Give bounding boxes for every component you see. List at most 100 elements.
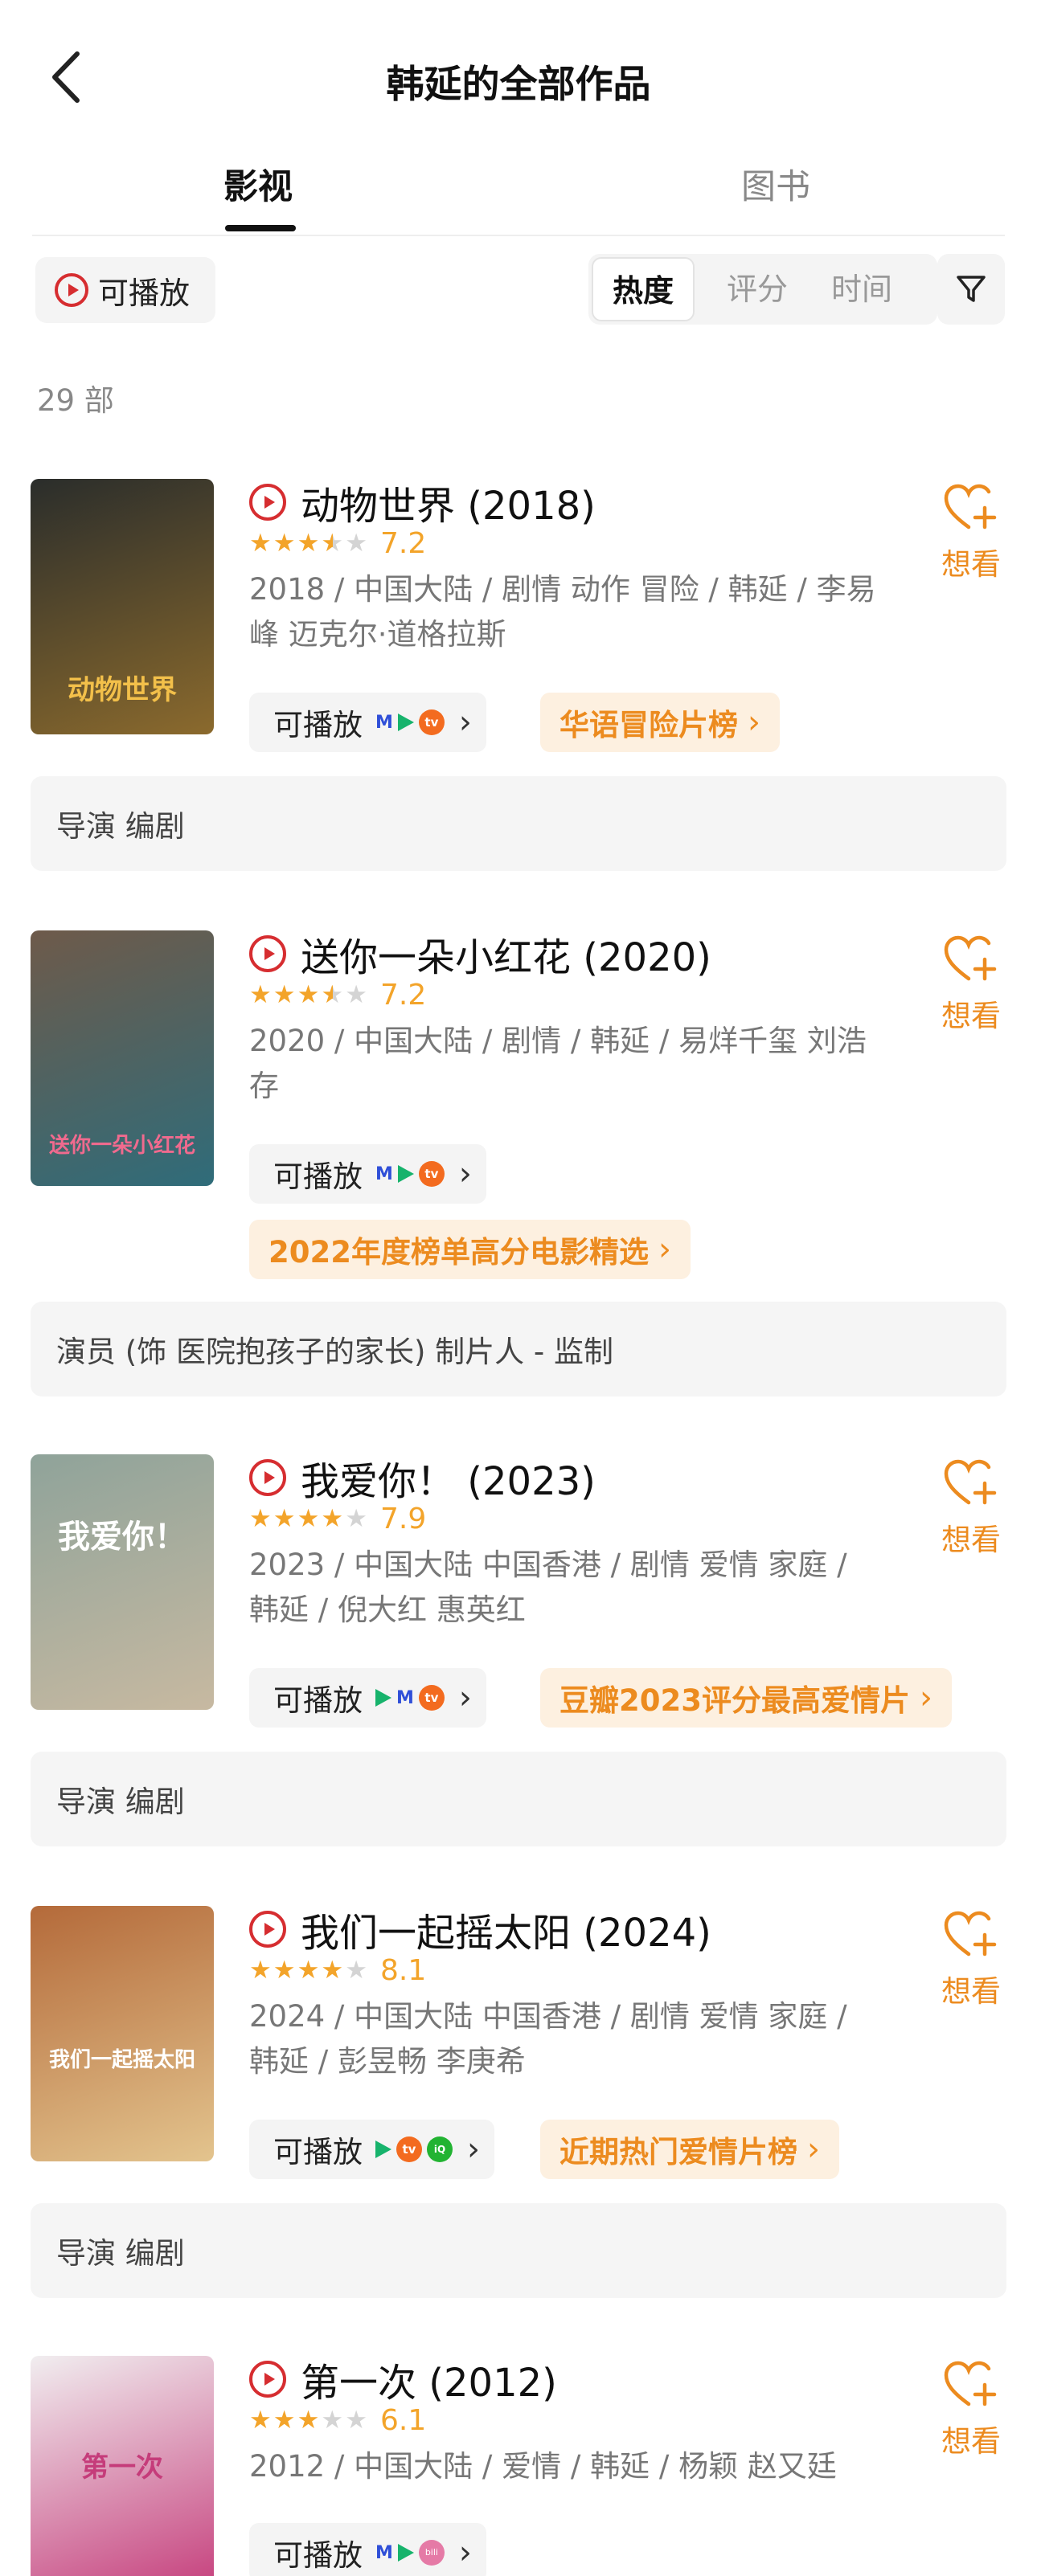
filter-funnel-icon xyxy=(957,276,986,302)
want-to-watch-button[interactable]: 想看 xyxy=(931,1911,1011,2010)
playable-filter-chip[interactable]: 可播放 xyxy=(35,257,215,323)
sort-time[interactable]: 时间 xyxy=(812,254,912,325)
poster-title: 我爱你！ xyxy=(58,1519,186,1556)
want-to-watch-label: 想看 xyxy=(941,1523,1001,1557)
active-tab-indicator xyxy=(225,225,296,231)
chevron-right-icon: › xyxy=(458,1679,472,1716)
star-empty-icon: ★ xyxy=(345,1504,369,1533)
ranking-label: 2022年度榜单高分电影精选 xyxy=(268,1235,649,1270)
filter-bar: 可播放 热度 评分 时间 xyxy=(35,254,1005,325)
star-full-icon: ★ xyxy=(273,980,297,1009)
movie-title[interactable]: 我们一起摇太阳 (2024) xyxy=(301,1901,711,1957)
star-rating: ★★★★★ xyxy=(249,531,369,556)
rating-score: 7.9 xyxy=(379,1503,427,1535)
star-full-icon: ★ xyxy=(273,1504,297,1533)
credit-role: 导演 编剧 xyxy=(31,776,1006,871)
playable-filter-label: 可播放 xyxy=(98,275,191,311)
want-to-watch-label: 想看 xyxy=(941,999,1001,1033)
star-full-icon: ★ xyxy=(249,529,273,558)
platform-icons: Mbili xyxy=(375,2540,449,2566)
tab-bar: 影视 图书 xyxy=(32,153,1005,236)
ranking-badge[interactable]: 近期热门爱情片榜 › xyxy=(540,2120,839,2179)
platform-icons: Mtv xyxy=(375,709,449,735)
star-rating: ★★★★★ xyxy=(249,1507,369,1531)
playable-platforms-button[interactable]: 可播放 Mtv › xyxy=(249,1144,486,1204)
movie-title[interactable]: 第一次 (2012) xyxy=(301,2351,557,2407)
star-full-icon: ★ xyxy=(249,980,273,1009)
star-full-icon: ★ xyxy=(273,1956,297,1985)
youku-icon: tv xyxy=(396,2136,422,2162)
chevron-right-icon: › xyxy=(748,704,760,741)
poster-image: 动物世界 xyxy=(31,479,214,734)
star-full-icon: ★ xyxy=(297,529,322,558)
filter-button[interactable] xyxy=(937,254,1005,325)
star-full-icon: ★ xyxy=(249,2406,273,2435)
want-to-watch-button[interactable]: 想看 xyxy=(931,1459,1011,1559)
star-full-icon: ★ xyxy=(273,2406,297,2435)
credit-role: 导演 编剧 xyxy=(31,1752,1006,1846)
heart-plus-icon xyxy=(944,1911,997,1957)
title-row: 送你一朵小红花 (2020) xyxy=(249,926,711,982)
playable-label: 可播放 xyxy=(273,708,363,742)
rating-score: 6.1 xyxy=(379,2404,427,2437)
playable-platforms-button[interactable]: 可播放 tv iQ › xyxy=(249,2120,494,2179)
rating-score: 7.2 xyxy=(379,979,427,1012)
star-full-icon: ★ xyxy=(321,1956,346,1985)
ranking-label: 近期热门爱情片榜 xyxy=(559,2135,797,2169)
poster-image: 送你一朵小红花 xyxy=(31,930,214,1186)
poster-image: 我们一起摇太阳 xyxy=(31,1906,214,2161)
playable-platforms-button[interactable]: 可播放 Mbili › xyxy=(249,2523,486,2576)
want-to-watch-button[interactable]: 想看 xyxy=(931,484,1011,583)
star-empty-icon: ★ xyxy=(345,529,369,558)
movie-title[interactable]: 我爱你！ (2023) xyxy=(301,1450,596,1506)
play-icon xyxy=(55,273,88,307)
tencent-video-icon xyxy=(397,2544,414,2562)
title-row: 我爱你！ (2023) xyxy=(249,1450,596,1506)
want-to-watch-label: 想看 xyxy=(941,547,1001,582)
poster-title: 我们一起摇太阳 xyxy=(48,2048,195,2072)
tencent-video-icon xyxy=(375,1689,391,1707)
star-empty-icon: ★ xyxy=(345,1956,369,1985)
want-to-watch-label: 想看 xyxy=(941,1974,1001,2009)
tencent-video-icon xyxy=(375,2141,391,2158)
movie-meta: 2018 / 中国大陆 / 剧情 动作 冒险 / 韩延 / 李易峰 迈克尔·道格… xyxy=(249,572,876,652)
ranking-badge[interactable]: 2022年度榜单高分电影精选 › xyxy=(249,1220,691,1279)
rating-row: ★★★★★ 7.2 xyxy=(249,527,426,560)
playable-platforms-button[interactable]: 可播放 Mtv › xyxy=(249,693,486,752)
want-to-watch-button[interactable]: 想看 xyxy=(931,2361,1011,2460)
movie-meta: 2020 / 中国大陆 / 剧情 / 韩延 / 易烊千玺 刘浩存 xyxy=(249,1024,867,1103)
playable-label: 可播放 xyxy=(273,1683,363,1718)
want-to-watch-label: 想看 xyxy=(941,2424,1001,2459)
poster-title: 送你一朵小红花 xyxy=(48,1134,195,1158)
playable-label: 可播放 xyxy=(273,2538,363,2573)
mgtv-icon: M xyxy=(375,1163,393,1184)
star-full-icon: ★ xyxy=(297,1504,322,1533)
star-full-icon: ★ xyxy=(297,1956,322,1985)
heart-plus-icon xyxy=(944,2361,997,2406)
bilibili-icon: bili xyxy=(418,2540,445,2566)
movie-title[interactable]: 动物世界 (2018) xyxy=(301,474,596,530)
play-icon xyxy=(249,1459,286,1496)
want-to-watch-button[interactable]: 想看 xyxy=(931,935,1011,1035)
chevron-right-icon: › xyxy=(807,2131,820,2168)
sort-rating[interactable]: 评分 xyxy=(707,254,807,325)
poster-title: 动物世界 xyxy=(68,674,177,706)
platform-icons: Mtv xyxy=(375,1685,449,1711)
title-row: 我们一起摇太阳 (2024) xyxy=(249,1901,711,1957)
tab-film-tv[interactable]: 影视 xyxy=(223,159,293,209)
star-half-icon: ★ xyxy=(321,529,346,558)
star-empty-icon: ★ xyxy=(345,980,369,1009)
ranking-badge[interactable]: 豆瓣2023评分最高爱情片 › xyxy=(540,1668,952,1728)
movie-title[interactable]: 送你一朵小红花 (2020) xyxy=(301,926,711,982)
tab-books[interactable]: 图书 xyxy=(741,159,810,209)
page-title: 韩延的全部作品 xyxy=(386,63,651,107)
chevron-right-icon: › xyxy=(919,1679,932,1716)
rating-row: ★★★★★ 8.1 xyxy=(249,1954,426,1987)
ranking-badge[interactable]: 华语冒险片榜 › xyxy=(540,693,780,752)
sort-popularity[interactable]: 热度 xyxy=(592,257,695,321)
playable-platforms-button[interactable]: 可播放 Mtv › xyxy=(249,1668,486,1728)
chevron-right-icon: › xyxy=(467,2131,480,2168)
star-full-icon: ★ xyxy=(297,2406,322,2435)
credit-role: 演员 (饰 医院抱孩子的家长) 制片人 - 监制 xyxy=(31,1302,1006,1396)
heart-plus-icon xyxy=(944,484,997,530)
